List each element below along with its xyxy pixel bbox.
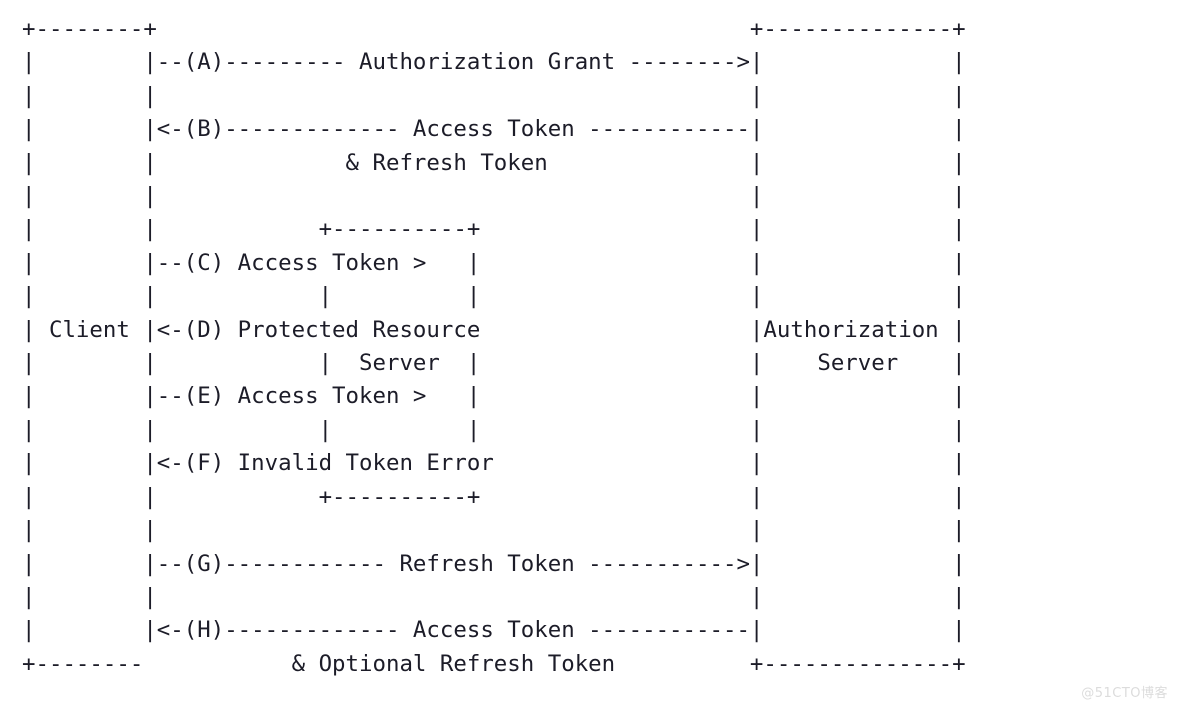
site-watermark: @51CTO博客	[1081, 686, 1168, 701]
oauth-refresh-token-ascii-diagram: +--------+ +--------------+ | |--(A)----…	[22, 16, 966, 677]
